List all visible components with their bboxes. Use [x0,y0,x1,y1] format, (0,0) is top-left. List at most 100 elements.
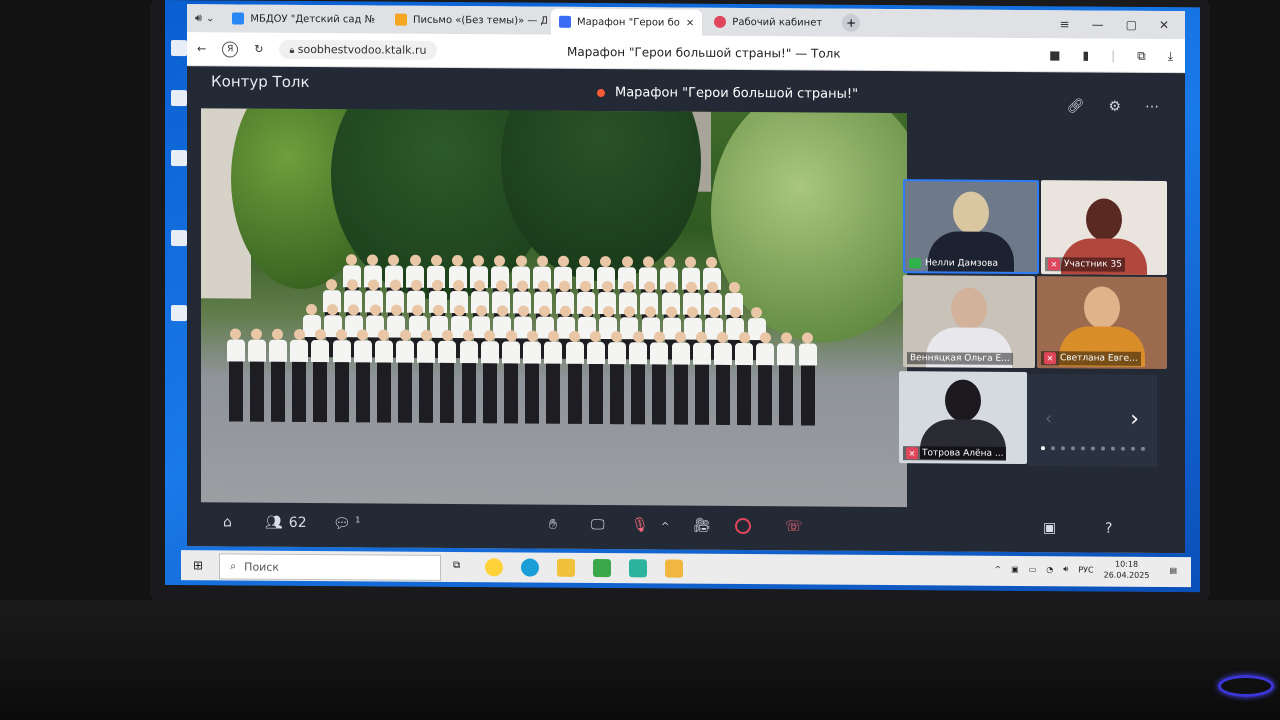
tab-vk[interactable]: МБДОУ "Детский сад № [224,7,383,30]
child-figure [713,331,732,425]
power-led [1218,675,1274,697]
tab-label: Письмо «(Без темы)» — Д [413,14,547,27]
child-figure [629,331,648,425]
url-text: soobhestvodoo.ktalk.ru [297,42,427,57]
participant-name: Венняцкая Ольга Е... [910,353,1010,364]
child-figure [735,332,754,426]
participant-tile[interactable]: ✕ Участник 35 [1041,180,1167,275]
child-figure [311,329,330,423]
participant-name: Нелли Дамзова [925,258,998,269]
participants-button[interactable]: 👥︎ 62 [265,515,307,531]
meeting-app: Контур Толк Марафон "Герои большой стран… [187,66,1185,554]
participant-tile[interactable]: ✕ Тотрова Алёна ... [899,371,1027,465]
device-icon[interactable]: ▣ [1011,564,1019,573]
search-icon: ⌕ [230,559,237,573]
photo-scene: 🔊︎ ⌄ МБДОУ "Детский сад № Письмо «(Без т… [0,0,1280,720]
chevron-left-icon[interactable]: ‹ [1045,408,1052,429]
pager-dots [1041,446,1145,451]
chat-badge: 1 [355,515,361,525]
tab-label: МБДОУ "Детский сад № [250,13,375,25]
child-figure [544,330,563,424]
participant-tile[interactable]: Венняцкая Ольга Е... [903,275,1035,369]
reload-icon[interactable]: ↻ [254,43,263,56]
tab-marathon[interactable]: Марафон "Герои бо × [551,8,703,36]
child-figure [480,330,499,424]
people-icon: 👥︎ [265,514,283,531]
taskbar-search[interactable]: ⌕ Поиск [219,553,441,581]
folder-icon[interactable] [557,558,575,577]
shapes-icon[interactable]: ⌂ [223,514,232,530]
screen-share-button[interactable]: 🖵︎ [591,517,605,533]
participant-tile[interactable]: Нелли Дамзова [903,179,1039,275]
clock-date: 26.04.2025 [1103,570,1150,580]
camera-button[interactable]: 🎥︎ [693,518,711,534]
raise-hand-icon[interactable]: ✋︎ [549,517,557,533]
yandex-browser-icon[interactable] [485,558,503,577]
app-title: Контур Толк [211,72,310,92]
task-view-icon[interactable]: ⧉ [453,560,460,571]
chat-button[interactable]: 💬︎ 1 [333,515,360,532]
child-figure [290,328,309,422]
lock-icon: 🔒︎ [289,45,295,56]
wifi-icon[interactable]: ◔ [1046,565,1053,574]
notifications-icon[interactable]: ▤ [1169,566,1177,575]
new-tab-button[interactable]: + [842,13,861,32]
monitor-screen: 🔊︎ ⌄ МБДОУ "Детский сад № Письмо «(Без т… [165,0,1200,593]
mic-off-button[interactable]: 🎙︎ [631,517,649,533]
tab-label: Рабочий кабинет [732,16,823,29]
participant-label: ✕ Участник 35 [1045,257,1125,272]
bookmark-icon[interactable]: ▮ [1082,48,1089,63]
windows-desktop: 🔊︎ ⌄ МБДОУ "Детский сад № Письмо «(Без т… [165,0,1200,593]
windows-start-icon[interactable]: ⊞ [193,558,203,572]
store-icon[interactable] [593,558,611,578]
minimize-button[interactable]: — [1092,17,1104,31]
participant-tile[interactable]: ✕ Светлана Евге... [1037,276,1167,369]
child-figure [692,331,711,425]
download-icon[interactable]: ⤓ [1168,49,1173,64]
tab-mail[interactable]: Письмо «(Без темы)» — Д [387,9,547,32]
child-figure [396,329,415,423]
child-figure [523,330,542,424]
yandex-icon[interactable]: Я [222,40,239,58]
child-figure [565,330,584,424]
camera-icon[interactable]: ■ [1049,48,1060,63]
battery-icon[interactable]: ▭ [1029,565,1037,574]
back-icon[interactable]: ← [197,42,206,55]
language-indicator[interactable]: РУС [1078,565,1093,574]
tab-workspace[interactable]: Рабочий кабинет [706,11,830,34]
chevron-down-icon[interactable]: ⌄ [206,13,214,24]
help-button[interactable]: ? [1105,521,1112,537]
more-icon[interactable]: ⋯ [1145,99,1159,115]
sound-icon[interactable]: 🔊︎ [195,11,202,25]
chevron-right-icon[interactable]: › [1130,407,1139,432]
tab-label: Марафон "Герои бо [577,16,680,29]
extensions-icon[interactable]: ⧉ [1137,49,1146,64]
participant-name: Тотрова Алёна ... [922,448,1004,459]
edge-icon[interactable] [521,558,539,577]
chevron-up-icon[interactable]: ^ [661,521,669,532]
record-button[interactable] [735,517,751,535]
record-icon [597,88,605,97]
clock[interactable]: 10:18 26.04.2025 [1104,559,1150,581]
main-video[interactable] [201,108,907,508]
participants-pager: ‹ › [1027,374,1157,467]
child-figure [226,328,245,422]
close-icon[interactable]: × [686,17,694,28]
files-icon[interactable] [665,559,683,578]
child-figure [268,328,287,422]
url-field[interactable]: 🔒︎ soobhestvodoo.ktalk.ru [279,39,437,60]
call-toolbar: ⌂ 👥︎ 62 💬︎ 1 ✋︎ 🖵︎ 🎙︎ ^ 🎥︎ ☏ ▣ ? [187,502,1185,553]
child-figure [502,330,521,424]
volume-icon[interactable]: 🔊︎ [1063,564,1068,574]
gear-icon[interactable]: ⚙ [1108,99,1121,115]
photos-icon[interactable] [629,559,647,578]
window-controls: ≡ — ▢ ✕ [1060,17,1185,32]
layout-icon[interactable]: ▣ [1043,520,1056,536]
chevron-up-icon[interactable]: ^ [994,564,1001,573]
hang-up-button[interactable]: ☏ [785,518,803,534]
menu-icon[interactable]: ≡ [1060,17,1070,31]
close-button[interactable]: ✕ [1159,18,1169,32]
participant-label: Венняцкая Ольга Е... [907,352,1013,365]
link-icon[interactable]: 🔗︎ [1067,98,1085,114]
maximize-button[interactable]: ▢ [1126,18,1137,32]
